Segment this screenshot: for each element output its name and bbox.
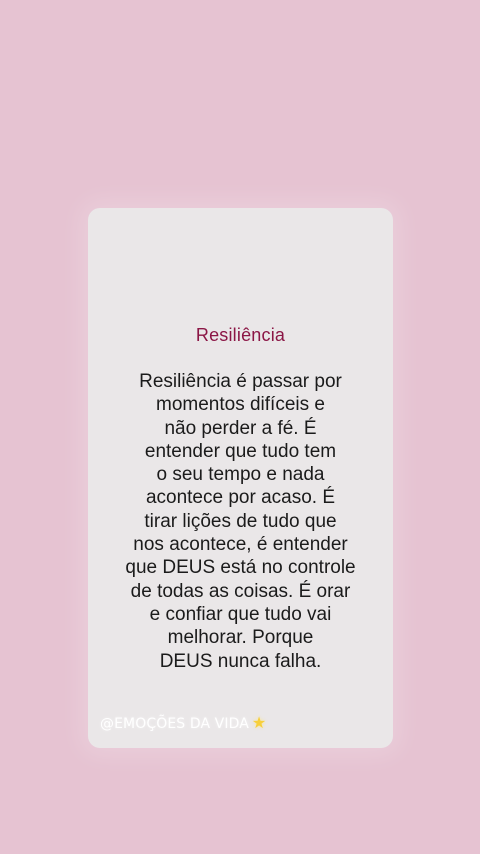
watermark-text: @EMOÇÕES DA VIDA — [100, 716, 249, 732]
quote-line: o seu tempo e nada — [156, 464, 325, 486]
quote-body: Resiliência é passar por momentos difíce… — [92, 370, 389, 673]
quote-line: Resiliência é passar por — [139, 371, 342, 392]
quote-line: que DEUS está no controle — [125, 557, 356, 579]
quote-line: tirar lições de tudo que — [144, 510, 337, 532]
quote-line: não perder a fé. É — [164, 417, 317, 439]
watermark: @EMOÇÕES DA VIDA ★ — [100, 713, 266, 732]
page-background: Resiliência Resiliência é passar por mom… — [0, 0, 480, 854]
quote-card: Resiliência Resiliência é passar por mom… — [88, 208, 393, 748]
quote-line: melhorar. Porque — [167, 627, 314, 649]
quote-title: Resiliência — [195, 325, 286, 345]
star-icon: ★ — [251, 713, 267, 732]
quote-line: de todas as coisas. É orar — [130, 580, 351, 602]
quote-line: entender que tudo tem — [144, 440, 337, 462]
quote-line: momentos difíceis e — [156, 394, 325, 416]
quote-line: e confiar que tudo vai — [149, 603, 332, 625]
quote-line: nos acontece, é entender — [133, 534, 348, 556]
quote-line: DEUS nunca falha. — [159, 650, 322, 672]
quote-line: acontece por acaso. É — [145, 487, 336, 509]
